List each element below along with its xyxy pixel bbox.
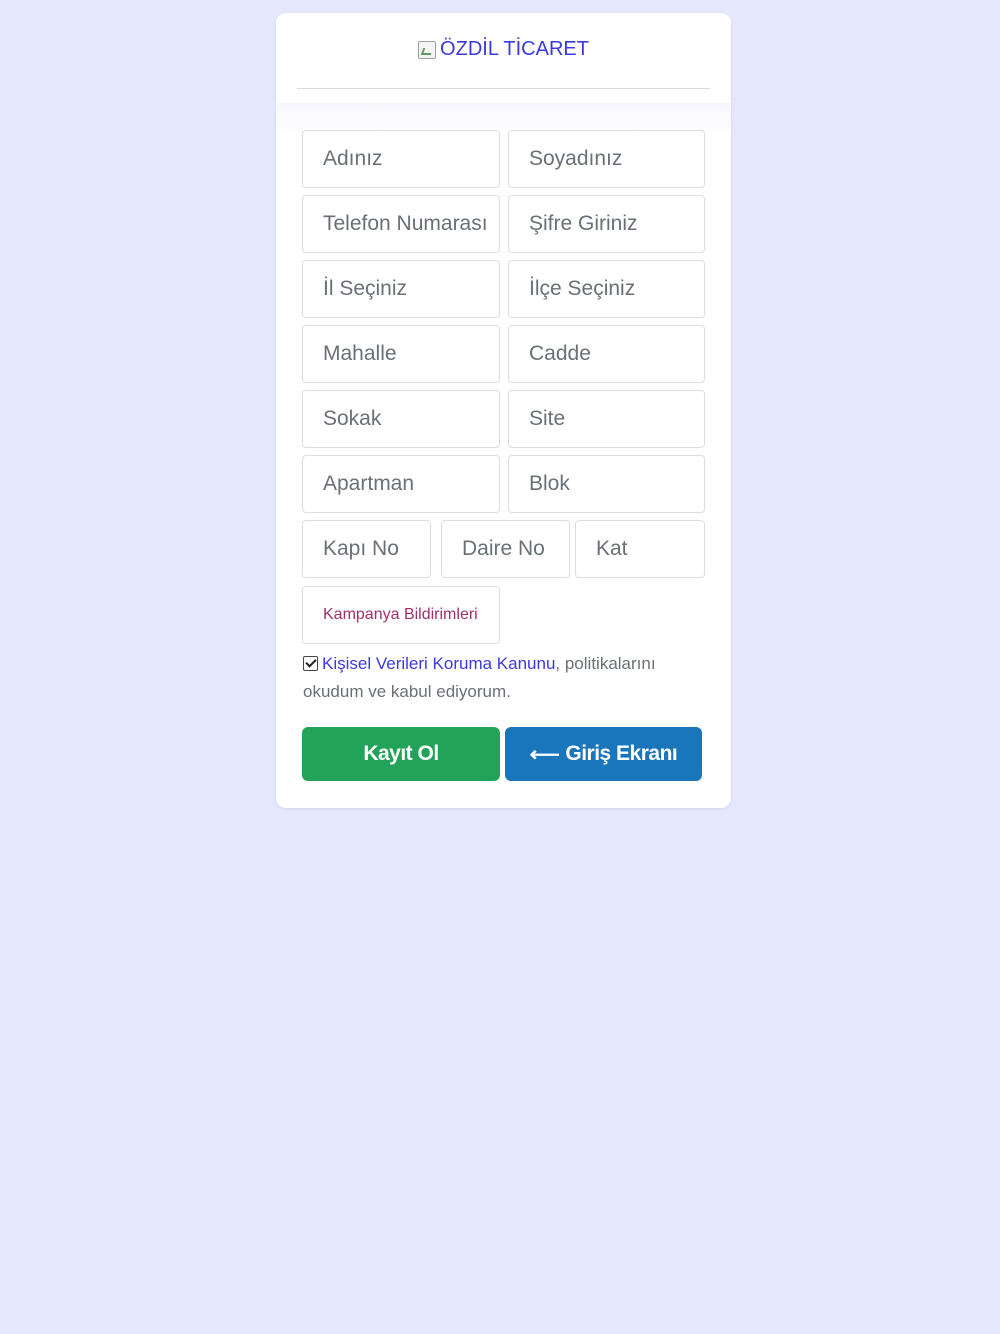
left-arrow-icon: ⟵ — [529, 742, 560, 766]
broken-image-icon — [418, 40, 437, 59]
door-no-input[interactable] — [302, 520, 431, 578]
kvkk-link[interactable]: Kişisel Verileri Koruma Kanunu — [322, 654, 555, 673]
login-button-label: Giriş Ekranı — [565, 742, 678, 765]
floor-input[interactable] — [575, 520, 705, 578]
consent-checkbox[interactable] — [303, 656, 318, 671]
lane-input[interactable] — [302, 390, 500, 448]
register-button[interactable]: Kayıt Ol — [302, 727, 500, 781]
province-select[interactable]: İl Seçiniz — [302, 260, 500, 318]
campaign-notifications-select[interactable]: Kampanya Bildirimleri — [302, 586, 500, 644]
apartment-input[interactable] — [302, 455, 500, 513]
neighborhood-input[interactable] — [302, 325, 500, 383]
flat-no-input[interactable] — [441, 520, 570, 578]
password-input[interactable] — [508, 195, 705, 253]
register-card: ÖZDİL TİCARET İl Seçiniz İlçe Seçiniz Ka… — [276, 13, 731, 808]
company-logo[interactable]: ÖZDİL TİCARET — [418, 38, 589, 61]
province-select-value: İl Seçiniz — [323, 277, 408, 300]
last-name-input[interactable] — [508, 130, 705, 188]
register-button-label: Kayıt Ol — [363, 742, 439, 765]
street-input[interactable] — [508, 325, 705, 383]
campaign-select-value: Kampanya Bildirimleri — [323, 606, 478, 623]
site-input[interactable] — [508, 390, 705, 448]
card-header: ÖZDİL TİCARET — [297, 13, 710, 89]
login-screen-button[interactable]: ⟵ Giriş Ekranı — [505, 727, 702, 781]
logo-alt-text: ÖZDİL TİCARET — [440, 38, 589, 60]
block-input[interactable] — [508, 455, 705, 513]
first-name-input[interactable] — [302, 130, 500, 188]
district-select[interactable]: İlçe Seçiniz — [508, 260, 705, 318]
kvkk-consent: Kişisel Verileri Koruma Kanunu, politika… — [303, 650, 703, 706]
district-select-value: İlçe Seçiniz — [529, 277, 636, 300]
phone-input[interactable] — [302, 195, 500, 253]
